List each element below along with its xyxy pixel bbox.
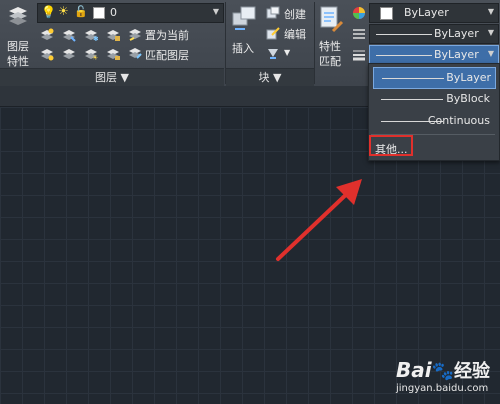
layer-lock-icon[interactable]: [106, 28, 120, 42]
layer-properties-button[interactable]: 图层 特性: [3, 3, 33, 68]
watermark-brand: Bai: [395, 358, 432, 382]
layer-properties-label-line2: 特性: [7, 55, 29, 68]
dropdown-option-continuous[interactable]: Continuous: [373, 111, 494, 131]
highlight-box: [369, 135, 413, 156]
layer-combo[interactable]: 💡 ☀ 🔓 0 ▼: [37, 3, 224, 23]
linetype-combo-value: ByLayer: [434, 27, 479, 40]
watermark-brand-suffix: 经验: [454, 361, 490, 382]
dropdown-option-byblock[interactable]: ByBlock: [373, 89, 494, 109]
unlock-icon: 🔓: [74, 5, 88, 18]
layer-walk-icon[interactable]: [40, 47, 54, 61]
color-swatch-icon: [380, 7, 393, 20]
create-block-icon[interactable]: [266, 6, 280, 20]
layer-unisolate-icon[interactable]: [62, 47, 76, 61]
option-label: ByBlock: [446, 92, 490, 105]
color-combo[interactable]: ByLayer ▼: [369, 3, 499, 23]
match-properties-button[interactable]: 特性 匹配: [316, 3, 348, 68]
create-label[interactable]: 创建: [284, 6, 306, 22]
baidu-watermark: Bai🐾经验 jingyan.baidu.com: [396, 357, 490, 394]
layer-freeze-icon[interactable]: ✱: [84, 28, 98, 42]
layer-isolate-icon[interactable]: [62, 28, 76, 42]
linetype-combo[interactable]: ByLayer ▼: [369, 24, 499, 44]
set-current-label[interactable]: 置为当前: [145, 27, 189, 43]
watermark-url: jingyan.baidu.com: [395, 383, 489, 394]
block-attribute-icon[interactable]: [266, 46, 280, 60]
layers-panel-label[interactable]: 图层 ▼: [0, 68, 224, 86]
chevron-down-icon: ▼: [487, 28, 494, 37]
insert-label: 插入: [232, 42, 254, 55]
chevron-down-icon: ▼: [487, 7, 494, 16]
linetype-preview: [376, 34, 432, 35]
color-wheel-icon[interactable]: [352, 6, 366, 20]
paw-icon: 🐾: [431, 361, 454, 382]
option-label: Continuous: [427, 114, 490, 127]
match-layer-label[interactable]: 匹配图层: [145, 47, 189, 63]
set-current-icon[interactable]: [128, 27, 142, 41]
layer-name: 0: [110, 6, 117, 19]
match-layer-icon[interactable]: [128, 46, 142, 60]
chevron-down-icon: ▼: [212, 7, 219, 16]
insert-button[interactable]: 插入: [228, 3, 262, 65]
lineweight-preview: [376, 55, 432, 56]
match-properties-label-line2: 匹配: [319, 55, 341, 68]
svg-text:☀: ☀: [92, 54, 98, 61]
edit-label[interactable]: 编辑: [284, 26, 306, 42]
insert-block-icon: [232, 6, 256, 30]
line-preview: [381, 99, 443, 100]
linetype-icon[interactable]: [352, 27, 366, 41]
option-label: ByLayer: [446, 71, 491, 84]
color-combo-value: ByLayer: [404, 6, 449, 19]
edit-block-icon[interactable]: [266, 26, 280, 40]
line-preview: [382, 78, 444, 79]
layer-properties-label-line1: 图层: [7, 40, 29, 53]
svg-text:✱: ✱: [93, 35, 98, 42]
layer-thaw-icon[interactable]: ☀: [84, 47, 98, 61]
sun-icon: ☀: [58, 4, 69, 18]
match-properties-label-line1: 特性: [319, 40, 341, 53]
bulb-icon: 💡: [41, 5, 56, 19]
annotation-arrow: [276, 179, 362, 261]
block-panel-label[interactable]: 块 ▼: [226, 68, 314, 86]
dropdown-option-bylayer[interactable]: ByLayer: [373, 67, 496, 89]
divider: [314, 2, 315, 84]
lineweight-combo-value: ByLayer: [434, 48, 479, 61]
layer-stack-icon: [9, 7, 27, 25]
match-properties-icon: [320, 6, 344, 33]
chevron-down-icon: ▼: [487, 49, 494, 58]
layer-off-icon[interactable]: [40, 28, 54, 42]
lineweight-icon[interactable]: [352, 48, 366, 62]
color-swatch-icon: [93, 7, 105, 19]
layer-unlock-icon[interactable]: [106, 47, 120, 61]
lineweight-combo[interactable]: ByLayer ▼: [369, 45, 499, 65]
chevron-down-icon[interactable]: ▼: [284, 48, 290, 57]
